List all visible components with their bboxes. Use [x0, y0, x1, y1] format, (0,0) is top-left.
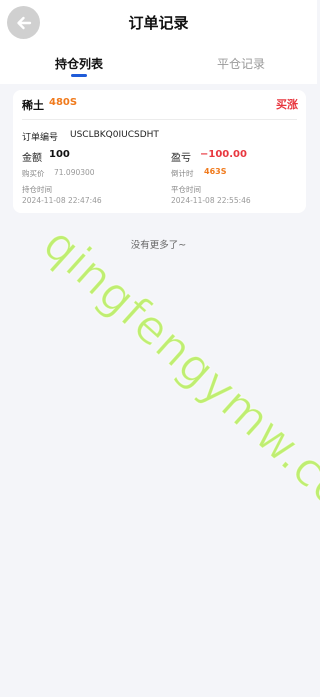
- order-card[interactable]: 稀土 480S 买涨 订单编号 USCLBKQ0IUCSDHT 金额 100 盈…: [13, 90, 306, 213]
- page-title: 订单记录: [128, 14, 189, 32]
- countdown-value: 463S: [204, 167, 227, 176]
- buy-price-label: 购买价: [22, 169, 45, 178]
- tab-holding-list[interactable]: 持仓列表: [19, 55, 139, 72]
- close-time-value: 2024-11-08 22:55:46: [171, 196, 251, 205]
- amount-value: 100: [49, 149, 70, 160]
- product-name: 稀土: [22, 99, 44, 112]
- close-time-label: 平仓时间: [171, 185, 201, 194]
- tab-closed-records[interactable]: 平仓记录: [181, 55, 301, 72]
- buy-price-value: 71.090300: [54, 168, 95, 177]
- header-bar: 订单记录 持仓列表 平仓记录: [0, 0, 317, 84]
- active-tab-indicator: [71, 74, 87, 77]
- order-no-value: USCLBKQ0IUCSDHT: [70, 130, 159, 140]
- watermark-text: qingfengymw.com: [33, 216, 320, 549]
- amount-label: 金额: [22, 153, 42, 164]
- pnl-value: −100.00: [200, 149, 247, 160]
- order-direction-badge: 买涨: [276, 98, 298, 111]
- hold-time-value: 2024-11-08 22:47:46: [22, 196, 102, 205]
- card-divider: [22, 119, 297, 120]
- hold-time-label: 持仓时间: [22, 185, 52, 194]
- order-duration: 480S: [49, 97, 78, 108]
- pnl-label: 盈亏: [171, 153, 191, 164]
- countdown-label: 倒计时: [171, 169, 194, 178]
- order-no-label: 订单编号: [22, 133, 59, 143]
